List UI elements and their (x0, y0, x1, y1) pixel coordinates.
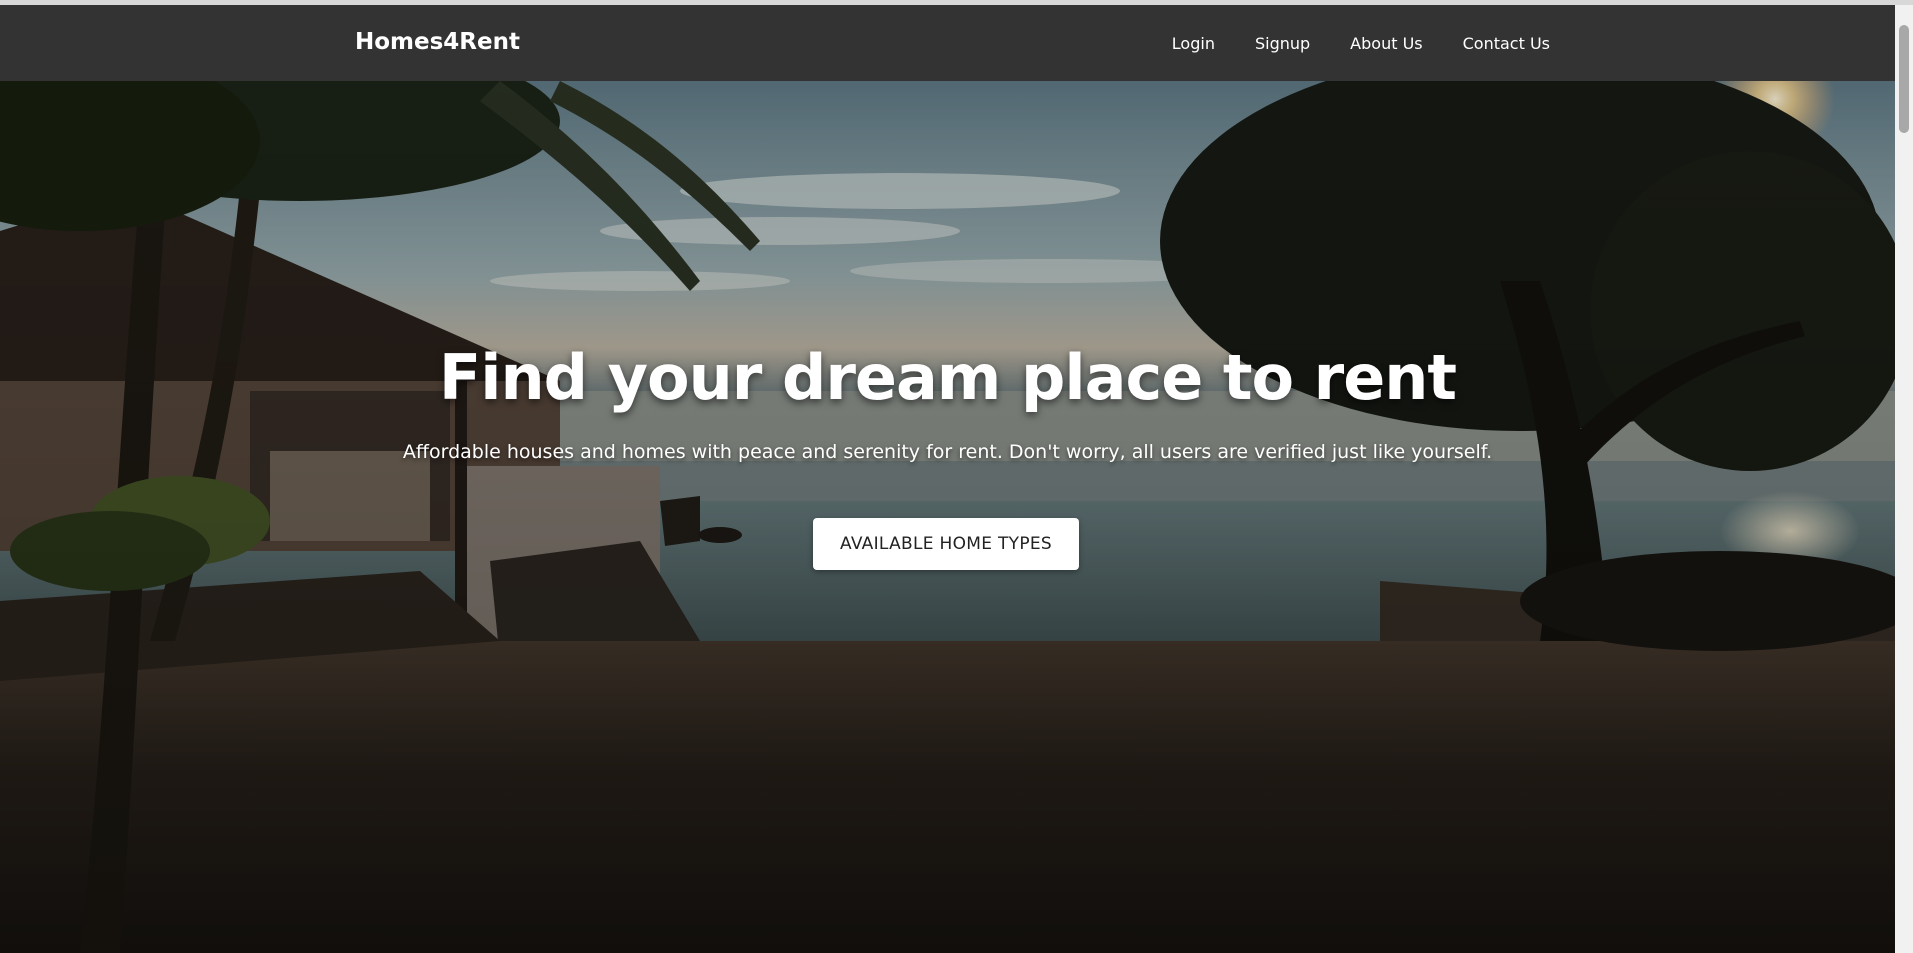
hero-background-image (0, 81, 1895, 953)
hero-subtitle: Affordable houses and homes with peace a… (402, 441, 1493, 463)
nav-link-about-us[interactable]: About Us (1350, 34, 1422, 53)
nav-links: Login Signup About Us Contact Us (1140, 5, 1550, 81)
navbar: Homes4Rent Login Signup About Us Contact… (0, 5, 1895, 81)
nav-link-login[interactable]: Login (1172, 34, 1215, 53)
hero-title: Find your dream place to rent (438, 341, 1457, 414)
scrollbar[interactable] (1895, 5, 1913, 953)
nav-link-contact-us[interactable]: Contact Us (1463, 34, 1550, 53)
brand-logo[interactable]: Homes4Rent (355, 29, 520, 55)
nav-link-signup[interactable]: Signup (1255, 34, 1310, 53)
page: Homes4Rent Login Signup About Us Contact… (0, 0, 1913, 953)
scrollbar-thumb[interactable] (1899, 25, 1909, 133)
available-home-types-button[interactable]: AVAILABLE HOME TYPES (813, 518, 1079, 570)
hero-section: Find your dream place to rent Affordable… (0, 81, 1895, 953)
